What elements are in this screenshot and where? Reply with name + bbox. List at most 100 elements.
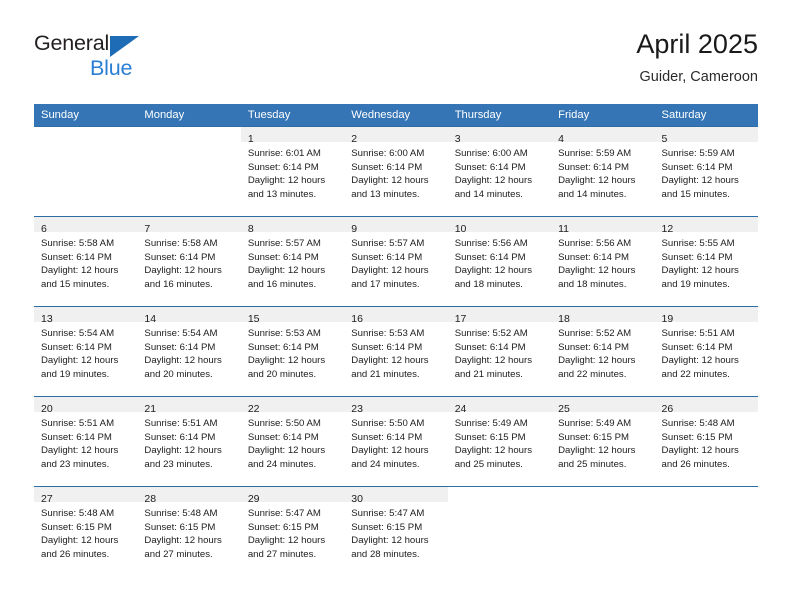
calendar-cell[interactable]: 22 Sunrise: 5:50 AM Sunset: 6:14 PM Dayl… [240, 396, 345, 486]
calendar-cell[interactable]: 7 Sunrise: 5:58 AM Sunset: 6:14 PM Dayli… [137, 216, 241, 306]
weekday-header-monday: Monday [137, 104, 241, 126]
day-number: 27 [41, 493, 53, 505]
day-cell: 20 Sunrise: 5:51 AM Sunset: 6:14 PM Dayl… [34, 396, 138, 486]
day-details: Sunrise: 5:47 AM Sunset: 6:15 PM Dayligh… [344, 502, 447, 561]
day-details: Sunrise: 5:55 AM Sunset: 6:14 PM Dayligh… [655, 232, 758, 291]
sunrise-line: Sunrise: 5:48 AM [661, 418, 735, 429]
calendar-cell[interactable]: 16 Sunrise: 5:53 AM Sunset: 6:14 PM Dayl… [344, 306, 448, 396]
calendar-cell[interactable]: 20 Sunrise: 5:51 AM Sunset: 6:14 PM Dayl… [34, 396, 138, 486]
calendar-cell[interactable] [654, 486, 758, 576]
daylight-line-1: Daylight: 12 hours [247, 535, 326, 547]
sunrise-line: Sunrise: 5:50 AM [351, 418, 425, 429]
day-number-band: 30 [344, 487, 448, 505]
calendar-cell[interactable]: 21 Sunrise: 5:51 AM Sunset: 6:14 PM Dayl… [137, 396, 241, 486]
sunrise-line: Sunrise: 5:51 AM [41, 418, 115, 429]
sunrise-line: Sunrise: 5:58 AM [41, 238, 115, 249]
sunset-line: Sunset: 6:14 PM [454, 161, 526, 173]
day-number: 7 [144, 223, 151, 235]
sunset-line: Sunset: 6:14 PM [41, 251, 112, 263]
daylight-line-1: Daylight: 12 hours [558, 445, 636, 457]
day-cell: 1 Sunrise: 6:01 AM Sunset: 6:14 PM Dayli… [240, 126, 345, 216]
sunrise-line: Sunrise: 5:57 AM [247, 238, 321, 249]
daylight-line-1: Daylight: 12 hours [661, 265, 739, 277]
sunset-line: Sunset: 6:14 PM [558, 341, 630, 353]
day-number: 20 [41, 403, 53, 415]
day-number: 9 [351, 223, 358, 235]
calendar-cell[interactable]: 13 Sunrise: 5:54 AM Sunset: 6:14 PM Dayl… [34, 306, 138, 396]
day-details: Sunrise: 5:58 AM Sunset: 6:14 PM Dayligh… [34, 232, 137, 291]
calendar-cell[interactable]: 25 Sunrise: 5:49 AM Sunset: 6:15 PM Dayl… [551, 396, 655, 486]
calendar-cell[interactable]: 9 Sunrise: 5:57 AM Sunset: 6:14 PM Dayli… [344, 216, 448, 306]
weekday-header-thursday: Thursday [447, 104, 552, 126]
calendar-cell[interactable] [34, 126, 138, 216]
logo-text-blue: Blue [90, 56, 133, 80]
sunset-line: Sunset: 6:15 PM [558, 431, 630, 443]
daylight-line-2: and 27 minutes. [144, 548, 213, 560]
day-cell: 6 Sunrise: 5:58 AM Sunset: 6:14 PM Dayli… [34, 216, 138, 306]
calendar-cell[interactable]: 27 Sunrise: 5:48 AM Sunset: 6:15 PM Dayl… [34, 486, 138, 576]
calendar-cell[interactable]: 15 Sunrise: 5:53 AM Sunset: 6:14 PM Dayl… [240, 306, 345, 396]
calendar-cell[interactable]: 1 Sunrise: 6:01 AM Sunset: 6:14 PM Dayli… [240, 126, 345, 216]
day-cell: 25 Sunrise: 5:49 AM Sunset: 6:15 PM Dayl… [551, 396, 655, 486]
day-cell: 18 Sunrise: 5:52 AM Sunset: 6:14 PM Dayl… [551, 306, 655, 396]
calendar-cell[interactable]: 3 Sunrise: 6:00 AM Sunset: 6:14 PM Dayli… [447, 126, 552, 216]
day-number-band: 6 [34, 217, 138, 235]
calendar-cell[interactable]: 14 Sunrise: 5:54 AM Sunset: 6:14 PM Dayl… [137, 306, 241, 396]
calendar-cell[interactable]: 29 Sunrise: 5:47 AM Sunset: 6:15 PM Dayl… [240, 486, 345, 576]
daylight-line-1: Daylight: 12 hours [144, 265, 222, 277]
day-number-band [655, 487, 758, 502]
calendar-cell[interactable]: 23 Sunrise: 5:50 AM Sunset: 6:14 PM Dayl… [344, 396, 448, 486]
calendar-cell[interactable]: 8 Sunrise: 5:57 AM Sunset: 6:14 PM Dayli… [240, 216, 345, 306]
calendar-cell[interactable]: 6 Sunrise: 5:58 AM Sunset: 6:14 PM Dayli… [34, 216, 138, 306]
day-details: Sunrise: 5:52 AM Sunset: 6:14 PM Dayligh… [551, 322, 654, 381]
calendar-cell[interactable]: 26 Sunrise: 5:48 AM Sunset: 6:15 PM Dayl… [654, 396, 758, 486]
daylight-line-1: Daylight: 12 hours [247, 445, 326, 457]
day-number: 12 [661, 223, 674, 235]
day-cell-empty [551, 486, 655, 576]
sunrise-line: Sunrise: 5:52 AM [558, 328, 632, 339]
sunrise-line: Sunrise: 5:51 AM [144, 418, 218, 429]
calendar-cell[interactable]: 19 Sunrise: 5:51 AM Sunset: 6:14 PM Dayl… [654, 306, 758, 396]
sunset-line: Sunset: 6:14 PM [144, 431, 216, 443]
daylight-line-1: Daylight: 12 hours [351, 445, 429, 457]
calendar-cell[interactable]: 2 Sunrise: 6:00 AM Sunset: 6:14 PM Dayli… [344, 126, 448, 216]
sunrise-line: Sunrise: 6:00 AM [454, 148, 528, 159]
day-number-band: 17 [447, 307, 552, 325]
calendar-cell[interactable] [447, 486, 552, 576]
calendar-cell[interactable]: 12 Sunrise: 5:55 AM Sunset: 6:14 PM Dayl… [654, 216, 758, 306]
calendar-cell[interactable]: 24 Sunrise: 5:49 AM Sunset: 6:15 PM Dayl… [447, 396, 552, 486]
day-number: 28 [144, 493, 157, 505]
calendar-cell[interactable]: 17 Sunrise: 5:52 AM Sunset: 6:14 PM Dayl… [447, 306, 552, 396]
day-number-band: 27 [34, 487, 138, 505]
calendar-cell[interactable]: 11 Sunrise: 5:56 AM Sunset: 6:14 PM Dayl… [551, 216, 655, 306]
day-number-band: 18 [551, 307, 655, 325]
day-cell: 17 Sunrise: 5:52 AM Sunset: 6:14 PM Dayl… [447, 306, 552, 396]
daylight-line-2: and 25 minutes. [558, 458, 627, 470]
calendar-cell[interactable]: 18 Sunrise: 5:52 AM Sunset: 6:14 PM Dayl… [551, 306, 655, 396]
day-number-band: 12 [654, 217, 758, 235]
calendar-cell[interactable] [551, 486, 655, 576]
sunset-line: Sunset: 6:14 PM [351, 341, 423, 353]
sunrise-line: Sunrise: 5:56 AM [558, 238, 632, 249]
calendar-cell[interactable]: 30 Sunrise: 5:47 AM Sunset: 6:15 PM Dayl… [344, 486, 448, 576]
day-details: Sunrise: 5:49 AM Sunset: 6:15 PM Dayligh… [551, 412, 654, 471]
logo-text-general: General [34, 31, 110, 55]
daylight-line-1: Daylight: 12 hours [454, 175, 533, 187]
calendar-cell[interactable]: 4 Sunrise: 5:59 AM Sunset: 6:14 PM Dayli… [551, 126, 655, 216]
calendar-cell[interactable] [137, 126, 241, 216]
sunset-line: Sunset: 6:14 PM [351, 251, 423, 263]
calendar-cell[interactable]: 5 Sunrise: 5:59 AM Sunset: 6:14 PM Dayli… [654, 126, 758, 216]
sunset-line: Sunset: 6:14 PM [144, 251, 216, 263]
day-number-band [137, 127, 240, 142]
day-cell: 14 Sunrise: 5:54 AM Sunset: 6:14 PM Dayl… [137, 306, 241, 396]
sunset-line: Sunset: 6:14 PM [454, 341, 526, 353]
daylight-line-2: and 14 minutes. [454, 188, 523, 200]
sunrise-line: Sunrise: 5:47 AM [247, 508, 321, 519]
calendar-cell[interactable]: 28 Sunrise: 5:48 AM Sunset: 6:15 PM Dayl… [137, 486, 241, 576]
day-number: 6 [41, 223, 47, 235]
weekday-header-wednesday: Wednesday [344, 104, 448, 126]
day-number: 8 [247, 223, 254, 235]
day-number: 23 [351, 403, 363, 415]
day-number: 18 [558, 313, 570, 325]
calendar-cell[interactable]: 10 Sunrise: 5:56 AM Sunset: 6:14 PM Dayl… [447, 216, 552, 306]
